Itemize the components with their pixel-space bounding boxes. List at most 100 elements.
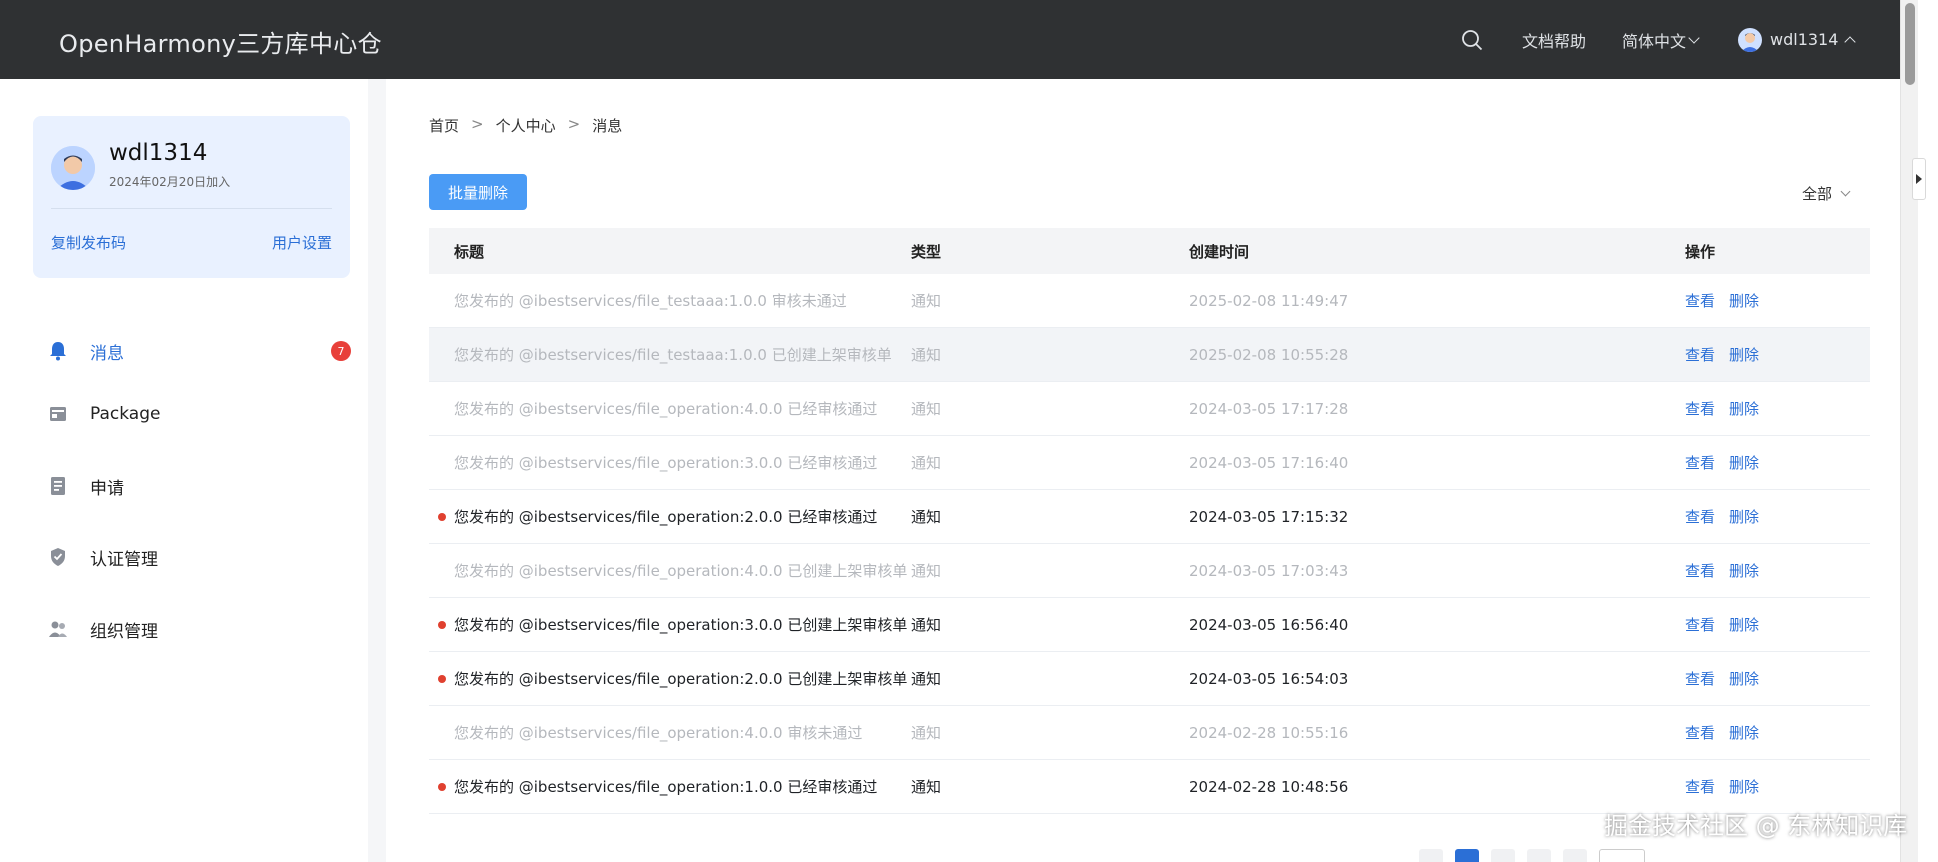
message-title-text: 您发布的 @ibestservices/file_operation:4.0.0… xyxy=(454,400,878,418)
sidebar-item-organization[interactable]: 组织管理 xyxy=(48,614,358,644)
delete-button[interactable]: 删除 xyxy=(1729,560,1759,581)
caret-right-icon xyxy=(1916,174,1922,184)
group-icon xyxy=(48,619,68,639)
message-actions: 查看 删除 xyxy=(1685,722,1870,743)
top-navbar: OpenHarmony三方库中心仓 文档帮助 简体中文 wdl1314 xyxy=(0,0,1938,79)
breadcrumb-home[interactable]: 首页 xyxy=(429,115,459,136)
sidebar-item-messages[interactable]: 消息 7 xyxy=(48,336,358,366)
message-actions: 查看 删除 xyxy=(1685,668,1870,689)
chevron-up-icon xyxy=(1844,35,1857,48)
unread-dot-icon xyxy=(438,620,446,629)
view-button[interactable]: 查看 xyxy=(1685,560,1715,581)
avatar xyxy=(1738,27,1762,52)
sidebar-item-label: 消息 xyxy=(90,343,124,364)
view-button[interactable]: 查看 xyxy=(1685,776,1715,797)
column-header-time: 创建时间 xyxy=(1189,242,1250,261)
unread-dot-icon xyxy=(438,512,446,521)
brand-logo[interactable]: OpenHarmony三方库中心仓 xyxy=(59,24,382,59)
table-row[interactable]: 您发布的 @ibestservices/file_operation:4.0.0… xyxy=(429,382,1870,436)
delete-button[interactable]: 删除 xyxy=(1729,668,1759,689)
delete-button[interactable]: 删除 xyxy=(1729,776,1759,797)
prev-page-button[interactable] xyxy=(1419,849,1443,862)
profile-joined-date: 2024年02月20日加入 xyxy=(109,175,231,189)
language-select[interactable]: 简体中文 xyxy=(1622,0,1700,79)
bell-icon xyxy=(48,341,68,361)
message-time: 2024-02-28 10:55:16 xyxy=(1189,723,1349,742)
column-header-title: 标题 xyxy=(454,242,485,261)
delete-button[interactable]: 删除 xyxy=(1729,614,1759,635)
watermark-text: 掘金技术社区 @ 东林知识库 xyxy=(1604,812,1908,840)
messages-table: 标题 类型 创建时间 操作 您发布的 @ibestservices/file_t… xyxy=(429,228,1870,814)
message-time: 2024-03-05 17:16:40 xyxy=(1189,453,1349,472)
delete-button[interactable]: 删除 xyxy=(1729,506,1759,527)
view-button[interactable]: 查看 xyxy=(1685,614,1715,635)
column-header-actions: 操作 xyxy=(1685,242,1716,261)
page-button[interactable] xyxy=(1527,849,1551,862)
message-title: 您发布的 @ibestservices/file_testaaa:1.0.0 审… xyxy=(429,290,911,311)
delete-button[interactable]: 删除 xyxy=(1729,344,1759,365)
view-button[interactable]: 查看 xyxy=(1685,452,1715,473)
page-button-current[interactable] xyxy=(1455,849,1479,862)
page-button[interactable] xyxy=(1491,849,1515,862)
view-button[interactable]: 查看 xyxy=(1685,668,1715,689)
message-time: 2024-03-05 16:56:40 xyxy=(1189,615,1349,634)
view-button[interactable]: 查看 xyxy=(1685,344,1715,365)
message-type: 通知 xyxy=(911,454,942,472)
package-icon xyxy=(48,404,68,424)
unread-dot-icon xyxy=(438,674,446,683)
sidebar-item-package[interactable]: Package xyxy=(48,399,358,429)
copy-publish-code-link[interactable]: 复制发布码 xyxy=(51,232,126,253)
user-settings-link[interactable]: 用户设置 xyxy=(272,232,332,253)
delete-button[interactable]: 删除 xyxy=(1729,452,1759,473)
table-row[interactable]: 您发布的 @ibestservices/file_operation:3.0.0… xyxy=(429,436,1870,490)
table-row[interactable]: 您发布的 @ibestservices/file_operation:4.0.0… xyxy=(429,544,1870,598)
view-button[interactable]: 查看 xyxy=(1685,290,1715,311)
table-row[interactable]: 您发布的 @ibestservices/file_testaaa:1.0.0 已… xyxy=(429,328,1870,382)
main-content: 首页 > 个人中心 > 消息 批量删除 全部 标题 类型 创建时间 操作 您发布… xyxy=(386,79,1900,862)
message-title-text: 您发布的 @ibestservices/file_operation:2.0.0… xyxy=(454,670,908,688)
right-edge xyxy=(1918,0,1938,862)
message-title: 您发布的 @ibestservices/file_operation:2.0.0… xyxy=(429,668,911,689)
delete-button[interactable]: 删除 xyxy=(1729,290,1759,311)
breadcrumb-profile[interactable]: 个人中心 xyxy=(496,115,556,136)
message-actions: 查看 删除 xyxy=(1685,560,1870,581)
breadcrumb-separator: > xyxy=(567,115,581,133)
table-row[interactable]: 您发布的 @ibestservices/file_operation:2.0.0… xyxy=(429,490,1870,544)
message-type: 通知 xyxy=(911,508,942,526)
message-time: 2025-02-08 11:49:47 xyxy=(1189,291,1349,310)
delete-button[interactable]: 删除 xyxy=(1729,722,1759,743)
docs-help-link[interactable]: 文档帮助 xyxy=(1522,0,1586,79)
batch-delete-button[interactable]: 批量删除 xyxy=(429,174,527,210)
next-page-button[interactable] xyxy=(1563,849,1587,862)
scrollbar-thumb[interactable] xyxy=(1905,3,1915,85)
message-time: 2024-03-05 17:03:43 xyxy=(1189,561,1349,580)
sidebar-item-apply[interactable]: 申请 xyxy=(48,471,358,501)
page-jump-input[interactable] xyxy=(1599,849,1645,862)
message-title-text: 您发布的 @ibestservices/file_testaaa:1.0.0 已… xyxy=(454,346,892,364)
user-menu[interactable]: wdl1314 xyxy=(1738,0,1857,79)
view-button[interactable]: 查看 xyxy=(1685,722,1715,743)
search-button[interactable] xyxy=(1458,0,1486,79)
delete-button[interactable]: 删除 xyxy=(1729,398,1759,419)
message-title-text: 您发布的 @ibestservices/file_operation:4.0.0… xyxy=(454,724,863,742)
message-title-text: 您发布的 @ibestservices/file_testaaa:1.0.0 审… xyxy=(454,292,847,310)
table-row[interactable]: 您发布的 @ibestservices/file_operation:2.0.0… xyxy=(429,652,1870,706)
message-time: 2024-03-05 16:54:03 xyxy=(1189,669,1349,688)
view-button[interactable]: 查看 xyxy=(1685,506,1715,527)
message-time: 2024-02-28 10:48:56 xyxy=(1189,777,1349,796)
view-button[interactable]: 查看 xyxy=(1685,398,1715,419)
table-row[interactable]: 您发布的 @ibestservices/file_testaaa:1.0.0 审… xyxy=(429,274,1870,328)
sidebar-item-certification[interactable]: 认证管理 xyxy=(48,542,358,572)
sidebar: wdl1314 2024年02月20日加入 复制发布码 用户设置 消息 7 Pa… xyxy=(0,79,368,862)
side-panel-toggle[interactable] xyxy=(1912,158,1926,200)
page-scrollbar[interactable] xyxy=(1900,0,1918,862)
message-type: 通知 xyxy=(911,724,942,742)
avatar xyxy=(51,146,95,190)
message-title: 您发布的 @ibestservices/file_testaaa:1.0.0 已… xyxy=(429,344,911,365)
message-type: 通知 xyxy=(911,346,942,364)
table-row[interactable]: 您发布的 @ibestservices/file_operation:3.0.0… xyxy=(429,598,1870,652)
type-filter-select[interactable]: 全部 xyxy=(1802,183,1851,204)
sidebar-item-label: Package xyxy=(90,404,161,424)
document-icon xyxy=(48,476,68,496)
table-row[interactable]: 您发布的 @ibestservices/file_operation:4.0.0… xyxy=(429,706,1870,760)
